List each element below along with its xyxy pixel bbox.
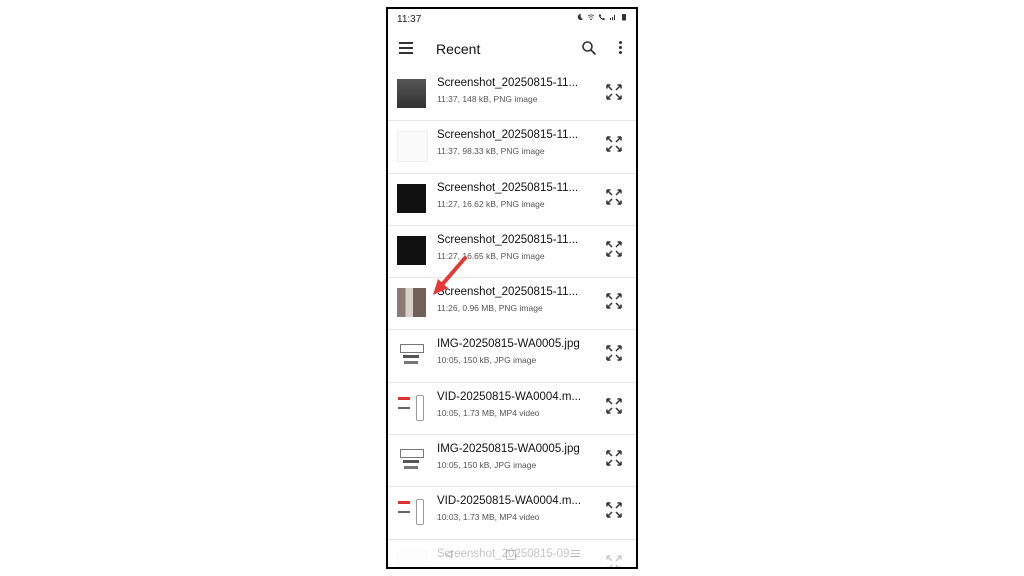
recents-icon[interactable] bbox=[571, 550, 580, 559]
expand-icon[interactable] bbox=[605, 135, 623, 153]
file-name: Screenshot_20250815-11... bbox=[437, 233, 579, 246]
file-meta: 10:05, 1.73 MB, MP4 video bbox=[437, 407, 540, 418]
file-row[interactable]: Screenshot_20250815-11... 11:26, 0.96 MB… bbox=[388, 278, 636, 331]
file-thumbnail bbox=[397, 288, 426, 318]
expand-icon[interactable] bbox=[605, 501, 623, 519]
expand-icon[interactable] bbox=[605, 240, 623, 258]
file-thumbnail bbox=[397, 497, 426, 527]
expand-icon[interactable] bbox=[605, 188, 623, 206]
expand-icon[interactable] bbox=[605, 397, 623, 415]
status-icons bbox=[576, 13, 628, 21]
moon-icon bbox=[577, 13, 583, 20]
file-meta: 10:05, 150 kB, JPG image bbox=[437, 460, 537, 471]
file-thumbnail bbox=[397, 79, 426, 108]
status-time: 11:37 bbox=[397, 14, 422, 25]
file-thumbnail bbox=[397, 392, 426, 422]
file-name: Screenshot_20250815-11... bbox=[437, 181, 579, 194]
file-row[interactable]: Screenshot_20250815-11... 11:37, 98.33 k… bbox=[388, 121, 636, 174]
navigation-bar bbox=[388, 545, 636, 565]
home-icon[interactable] bbox=[506, 550, 516, 560]
file-meta: 11:37, 148 kB, PNG image bbox=[437, 94, 538, 104]
file-row[interactable]: IMG-20250815-WA0005.jpg 10:05, 150 kB, J… bbox=[388, 330, 636, 383]
file-row[interactable]: IMG-20250815-WA0005.jpg 10:05, 150 kB, J… bbox=[388, 435, 636, 488]
app-bar: Recent bbox=[388, 33, 636, 67]
file-meta: 11:27, 16.65 kB, PNG image bbox=[437, 250, 545, 261]
file-thumbnail bbox=[397, 340, 426, 370]
menu-icon[interactable] bbox=[399, 42, 413, 54]
status-bar: 11:37 bbox=[388, 9, 636, 29]
back-icon[interactable] bbox=[445, 550, 453, 559]
expand-icon[interactable] bbox=[605, 449, 623, 467]
wifi-icon bbox=[587, 14, 595, 20]
file-row[interactable]: Screenshot_20250815-11... 11:27, 16.62 k… bbox=[388, 174, 636, 226]
phone-frame: 11:37 Recent Screenshot_20250815-11... 1… bbox=[386, 7, 638, 569]
file-name: VID-20250815-WA0004.m... bbox=[437, 495, 582, 508]
file-thumbnail bbox=[397, 131, 428, 163]
file-name: VID-20250815-WA0004.m... bbox=[437, 390, 582, 403]
file-name: IMG-20250815-WA0005.jpg bbox=[437, 443, 580, 456]
file-row[interactable]: Screenshot_20250815-11... 11:37, 148 kB,… bbox=[388, 69, 636, 122]
more-vert-icon[interactable] bbox=[617, 41, 623, 57]
file-list: Screenshot_20250815-11... 11:37, 148 kB,… bbox=[388, 69, 636, 567]
signal-icon bbox=[610, 15, 615, 20]
file-name: Screenshot_20250815-11... bbox=[437, 129, 579, 142]
file-meta: 10:03, 1.73 MB, MP4 video bbox=[437, 512, 540, 523]
file-name: IMG-20250815-WA0005.jpg bbox=[437, 338, 580, 351]
file-row[interactable]: Screenshot_20250815-11... 11:27, 16.65 k… bbox=[388, 226, 636, 279]
file-meta: 11:37, 98.33 kB, PNG image bbox=[437, 146, 545, 157]
file-row[interactable]: VID-20250815-WA0004.m... 10:03, 1.73 MB,… bbox=[388, 487, 636, 540]
expand-icon[interactable] bbox=[605, 344, 623, 362]
expand-icon[interactable] bbox=[605, 83, 623, 101]
file-meta: 10:05, 150 kB, JPG image bbox=[437, 355, 537, 366]
file-meta: 11:27, 16.62 kB, PNG image bbox=[437, 198, 545, 209]
file-meta: 11:26, 0.96 MB, PNG image bbox=[437, 303, 543, 314]
page-title: Recent bbox=[436, 41, 481, 57]
file-thumbnail bbox=[397, 235, 426, 265]
file-thumbnail bbox=[397, 183, 426, 213]
file-row[interactable]: VID-20250815-WA0004.m... 10:05, 1.73 MB,… bbox=[388, 383, 636, 436]
expand-icon[interactable] bbox=[605, 292, 623, 310]
file-name: Screenshot_20250815-11... bbox=[437, 286, 579, 299]
battery-icon bbox=[622, 14, 626, 21]
file-thumbnail bbox=[397, 445, 426, 475]
search-icon[interactable] bbox=[581, 40, 597, 56]
file-name: Screenshot_20250815-11... bbox=[437, 77, 579, 89]
call-icon bbox=[598, 14, 605, 21]
